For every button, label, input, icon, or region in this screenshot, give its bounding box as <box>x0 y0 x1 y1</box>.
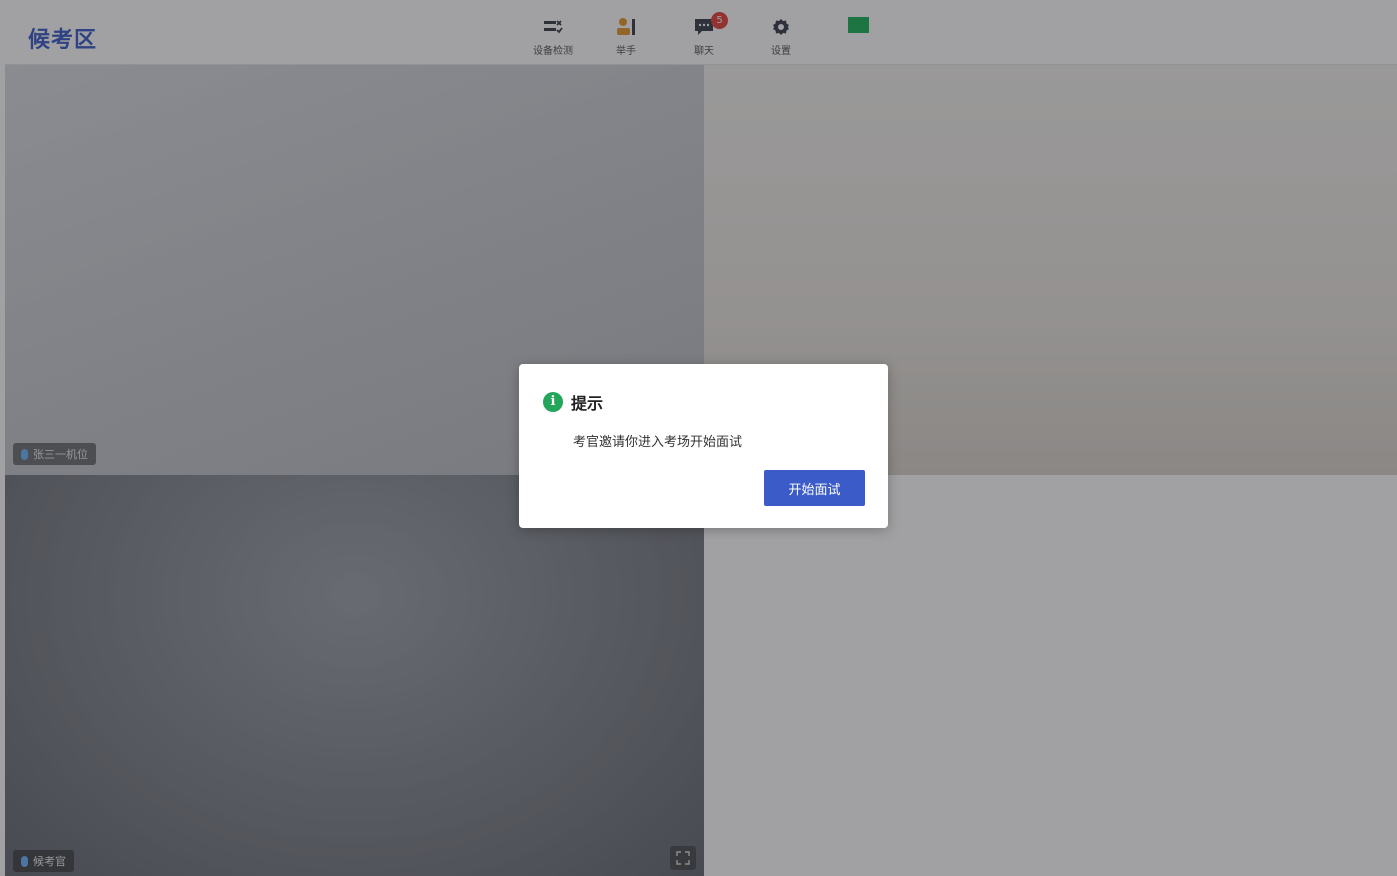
waiting-room-app: 候考区 设备检测 举手 5 聊天 设置 张三一机位 候考官 i 提示 考官邀请你… <box>0 0 1397 876</box>
info-icon: i <box>543 392 563 412</box>
dialog-title: 提示 <box>571 394 604 413</box>
dialog-header: i 提示 <box>543 390 603 414</box>
dialog-message: 考官邀请你进入考场开始面试 <box>573 435 743 450</box>
prompt-dialog: i 提示 考官邀请你进入考场开始面试 开始面试 <box>519 364 888 528</box>
start-interview-button[interactable]: 开始面试 <box>764 470 865 506</box>
